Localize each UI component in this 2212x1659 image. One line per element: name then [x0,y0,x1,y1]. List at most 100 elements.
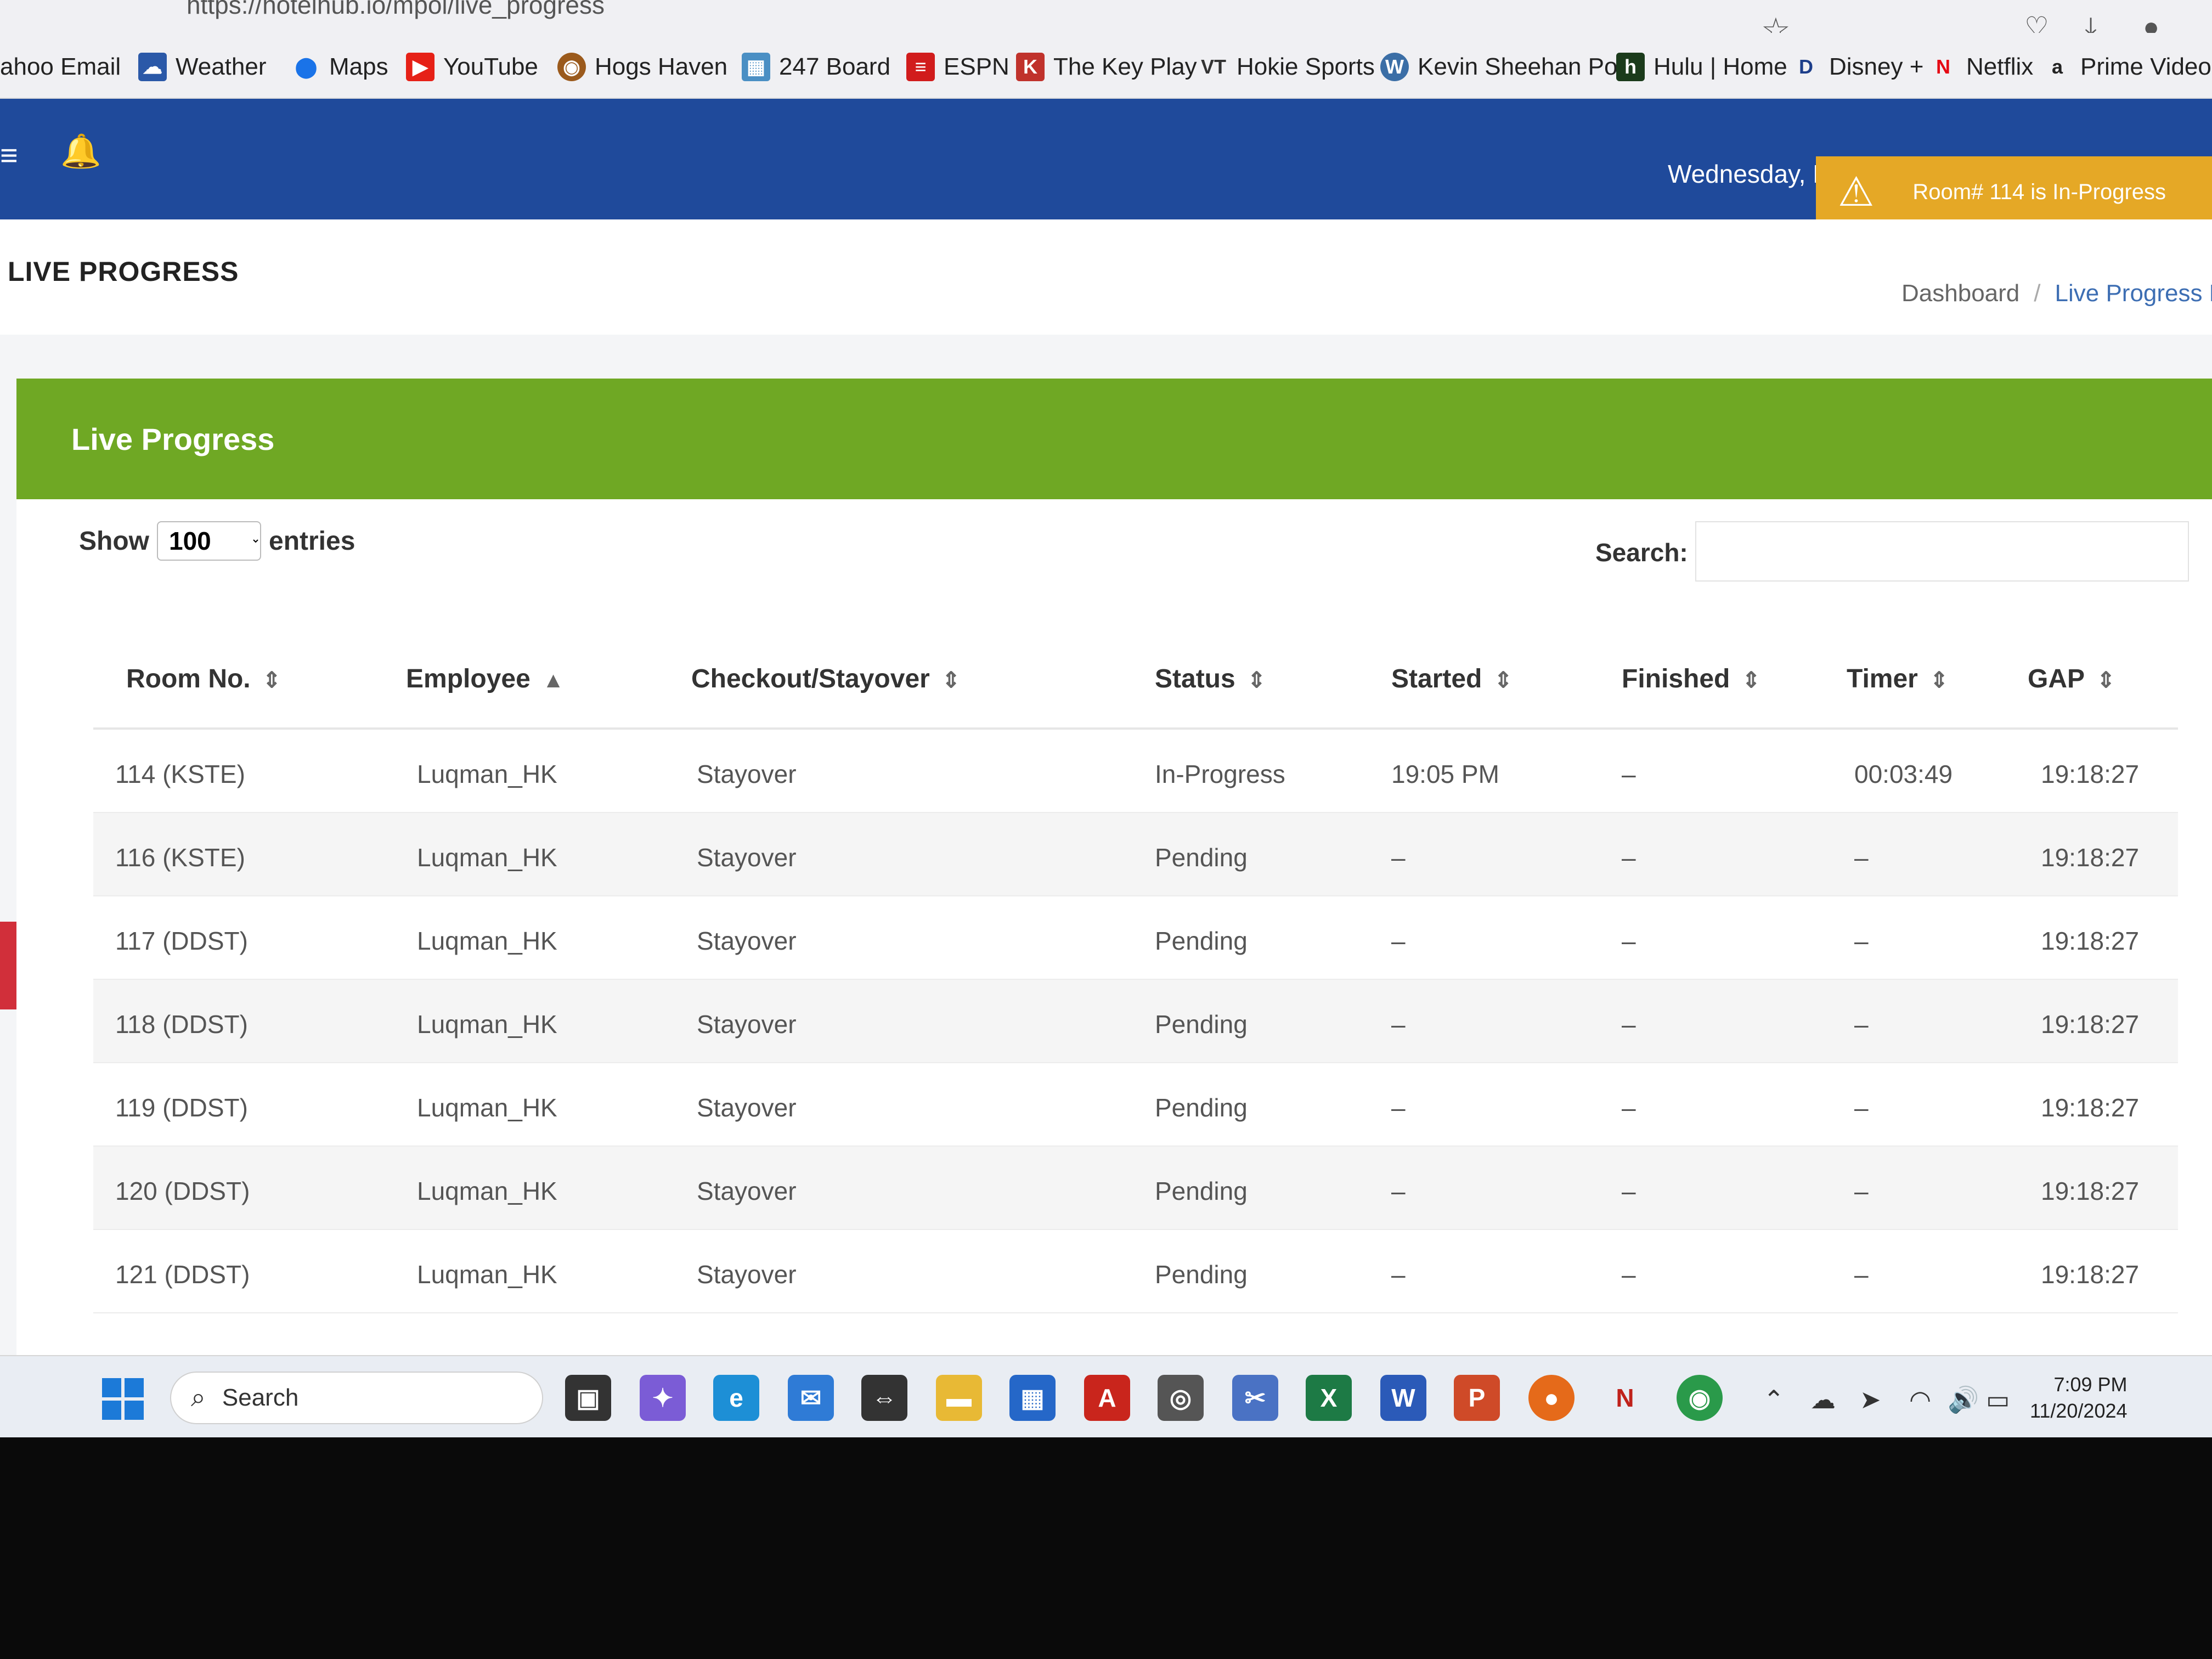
table-cell: Luqman_HK [417,760,557,788]
table-row[interactable]: 114 (KSTE) Luqman_HK Stayover In-Progress 19… [93,730,2178,813]
table-cell: – [1622,1010,1636,1039]
url-text[interactable]: https://hotelhub.io/mpol/live_progress [187,0,605,20]
bookmark-hogs-haven[interactable]: ◉ Hogs Haven [557,49,727,84]
snipping-tool-icon[interactable]: ✂ [1232,1375,1278,1421]
sort-icon: ⇕ [262,668,281,692]
sort-icon: ⇕ [1494,668,1513,692]
taskbar-search[interactable]: ⌕ Search [170,1372,543,1424]
netflix-icon: N [1936,55,1950,78]
amazon-icon: a [2051,55,2063,78]
breadcrumb-dashboard[interactable]: Dashboard [1901,280,2019,307]
table-cell: – [1622,843,1636,872]
chrome-icon[interactable]: ◉ [1677,1375,1723,1421]
col-status[interactable]: Status ⇕ [1155,664,1266,694]
search-input[interactable] [1695,521,2189,582]
col-finished[interactable]: Finished ⇕ [1622,664,1760,694]
col-gap[interactable]: GAP ⇕ [2028,664,2115,694]
bookmark-weather[interactable]: ☁ Weather [138,49,267,84]
netflix-app-icon[interactable]: N [1602,1375,1648,1421]
excel-icon[interactable]: X [1306,1375,1352,1421]
table-cell: Stayover [697,1177,797,1205]
table-row[interactable]: 118 (DDST) Luqman_HK Stayover Pending – – – 19:… [93,980,2178,1063]
teamviewer-icon[interactable]: ⇔ [861,1375,907,1421]
table-cell: – [1391,843,1406,872]
table-cell: – [1391,1260,1406,1289]
table-row[interactable]: 120 (DDST) Luqman_HK Stayover Pending – – – 19:… [93,1147,2178,1230]
col-room-no[interactable]: Room No. ⇕ [126,664,281,694]
bookmark-247-board[interactable]: ▦ 247 Board [742,49,890,84]
col-employee[interactable]: Employee ▲ [406,664,564,694]
table-cell: 121 (DDST) [115,1260,250,1289]
bookmark-yahoo-email[interactable]: ahoo Email [0,49,121,84]
table-cell: Stayover [697,760,797,788]
edge-icon[interactable]: e [713,1375,759,1421]
table-cell: Luqman_HK [417,1010,557,1039]
battery-icon[interactable]: ▭ [1986,1385,2010,1414]
breadcrumb: Dashboard / Live Progress R [1901,280,2212,307]
bookmark-disney[interactable]: D Disney + [1792,49,1923,84]
file-explorer-icon[interactable]: ▬ [936,1375,982,1421]
bookmark-maps[interactable]: ⬤ Maps [292,49,388,84]
firefox-icon[interactable]: ● [1528,1375,1575,1421]
table-cell: Stayover [697,1093,797,1122]
bookmark-netflix[interactable]: N Netflix [1929,49,2033,84]
table-cell: Luqman_HK [417,1177,557,1205]
table-cell: – [1854,1177,1869,1205]
mail-icon[interactable]: ✉ [788,1375,834,1421]
sort-icon: ⇕ [941,668,961,692]
sort-icon: ⇕ [1929,668,1949,692]
table-cell: 114 (KSTE) [115,760,245,788]
col-checkout-stayover[interactable]: Checkout/Stayover ⇕ [691,664,960,694]
entries-select[interactable]: 100 [157,521,261,561]
bookmark-the-key-play[interactable]: K The Key Play [1016,49,1197,84]
card-title: Live Progress [71,422,275,456]
breadcrumb-live-progress: Live Progress R [2055,280,2212,307]
camera-icon[interactable]: ◎ [1158,1375,1204,1421]
table-cell: – [1622,1260,1636,1289]
room-alert-toast[interactable]: ⚠ Room# 114 is In-Progress [1816,156,2212,228]
tray-chevron-icon[interactable]: ⌃ [1763,1385,1785,1414]
word-icon[interactable]: W [1380,1375,1426,1421]
table-cell: 19:18:27 [2041,760,2140,788]
taskbar-clock[interactable]: 7:09 PM 11/20/2024 [2030,1372,2128,1424]
table-cell: Luqman_HK [417,927,557,955]
col-started[interactable]: Started ⇕ [1391,664,1513,694]
volume-icon[interactable]: 🔊 [1948,1385,1979,1415]
windows-start-icon[interactable] [102,1378,144,1420]
wifi-icon[interactable]: ◠ [1909,1385,1931,1414]
bookmark-kevin-sheehan-pod[interactable]: W Kevin Sheehan Pod [1380,49,1631,84]
table-cell: Luqman_HK [417,1093,557,1122]
disney-icon: D [1799,55,1813,78]
table-row[interactable]: 119 (DDST) Luqman_HK Stayover Pending – – – 19:… [93,1063,2178,1147]
remote-desktop-icon[interactable]: ▦ [1009,1375,1056,1421]
table-cell: – [1622,1177,1636,1205]
bookmark-hulu[interactable]: h Hulu | Home [1616,49,1787,84]
table-row[interactable]: 116 (KSTE) Luqman_HK Stayover Pending – – – 19:… [93,813,2178,896]
table-row[interactable]: 117 (DDST) Luqman_HK Stayover Pending – – – 19:… [93,896,2178,980]
wordpress-icon: W [1380,53,1409,81]
table-row[interactable]: 121 (DDST) Luqman_HK Stayover Pending – – – 19:… [93,1230,2178,1313]
copilot-icon[interactable]: ✦ [640,1375,686,1421]
entries-label: entries [269,526,356,556]
task-view-icon[interactable]: ▣ [565,1375,611,1421]
maps-pin-icon: ⬤ [295,55,318,78]
menu-icon[interactable]: ≡ [0,137,18,173]
bookmark-hokie-sports[interactable]: VT Hokie Sports [1199,49,1375,84]
acrobat-icon[interactable]: A [1084,1375,1130,1421]
col-timer[interactable]: Timer ⇕ [1847,664,1948,694]
bookmark-prime-video[interactable]: a Prime Video [2043,49,2211,84]
table-cell: – [1854,1260,1869,1289]
onedrive-icon[interactable]: ☁ [1810,1385,1836,1414]
powerpoint-icon[interactable]: P [1454,1375,1500,1421]
address-bar[interactable]: https://hotelhub.io/mpol/live_progress ☆… [0,0,2212,48]
key-play-icon: K [1016,53,1045,81]
bookmark-espn[interactable]: ≡ ESPN [906,49,1009,84]
table-cell: – [1622,927,1636,955]
table-cell: Luqman_HK [417,843,557,872]
bookmark-youtube[interactable]: ▶ YouTube [406,49,538,84]
bell-icon[interactable]: 🔔 [60,132,101,171]
location-icon[interactable]: ➤ [1860,1385,1881,1414]
espn-icon: ≡ [906,53,935,81]
warning-icon: ⚠ [1838,169,1875,215]
table-cell: 118 (DDST) [115,1010,248,1039]
